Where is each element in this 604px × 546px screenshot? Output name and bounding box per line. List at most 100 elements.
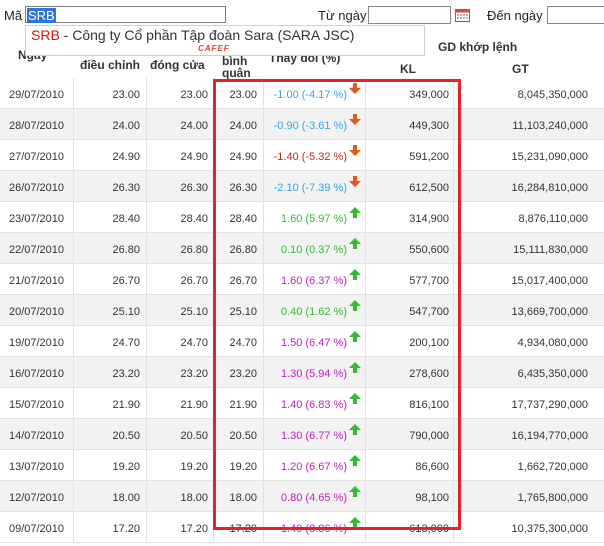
search-bar: Mã SRB Từ ngày Đến ngày [0,0,604,26]
cell-value: 8,045,350,000 [453,78,604,108]
arrow-up-icon [349,207,361,218]
cell-volume: 278,600 [365,357,453,387]
header-matched-group: GD khớp lệnh [438,40,518,54]
cell-average: 21.90 [213,388,263,418]
arrow-down-icon [349,145,361,156]
stock-code-value: SRB [27,8,56,23]
cell-date: 16/07/2010 [8,368,65,380]
cell-value: 16,284,810,000 [453,171,604,201]
cell-close: 18.00 [146,481,213,511]
cell-value: 13,669,700,000 [453,295,604,325]
cell-adjusted: 28.40 [73,202,146,232]
cell-value: 15,017,400,000 [453,264,604,294]
arrow-up-icon [349,517,361,528]
arrow-down-icon [349,176,361,187]
cell-volume: 314,900 [365,202,453,232]
cell-adjusted: 19.20 [73,450,146,480]
cell-close: 23.00 [146,78,213,108]
cell-close: 19.20 [146,450,213,480]
cell-average: 19.20 [213,450,263,480]
arrow-up-icon [349,238,361,249]
cell-average: 20.50 [213,419,263,449]
table-row: 23/07/2010 28.40 28.40 28.40 1.60 (5.97 %) 31… [0,202,604,233]
cell-close: 24.00 [146,109,213,139]
cell-close: 23.20 [146,357,213,387]
table-row: 27/07/2010 24.90 24.90 24.90 -1.40 (-5.32 %)… [0,140,604,171]
cell-average: 18.00 [213,481,263,511]
table-row: 12/07/2010 18.00 18.00 18.00 0.80 (4.65 %) 98… [0,481,604,512]
calendar-icon[interactable] [455,8,470,22]
arrow-up-icon [349,269,361,280]
table-row: 29/07/2010 23.00 23.00 23.00 -1.00 (-4.17 %)… [0,78,604,109]
cell-adjusted: 26.30 [73,171,146,201]
cell-adjusted: 24.00 [73,109,146,139]
arrow-up-icon [349,331,361,342]
cell-date: 20/07/2010 [8,306,65,318]
cell-adjusted: 26.70 [73,264,146,294]
table-row: 22/07/2010 26.80 26.80 26.80 0.10 (0.37 %) 55… [0,233,604,264]
cell-average: 28.40 [213,202,263,232]
cell-volume: 577,700 [365,264,453,294]
table-row: 26/07/2010 26.30 26.30 26.30 -2.10 (-7.39 %)… [0,171,604,202]
cell-date: 13/07/2010 [8,461,65,473]
table-row: 28/07/2010 24.00 24.00 24.00 -0.90 (-3.61 %)… [0,109,604,140]
cell-date: 14/07/2010 [8,430,65,442]
from-date-input[interactable] [368,6,451,24]
cell-date: 28/07/2010 [8,120,65,132]
cell-value: 8,876,110,000 [453,202,604,232]
cell-average: 26.80 [213,233,263,263]
header-close: đóng cửa [150,58,205,72]
cell-adjusted: 24.70 [73,326,146,356]
to-date-label: Đến ngày [487,8,543,23]
cell-value: 16,194,770,000 [453,419,604,449]
suggestion-company: - Công ty Cổ phần Tập đoàn Sara (SARA JS… [59,27,355,43]
cell-close: 24.70 [146,326,213,356]
cell-value: 1,662,720,000 [453,450,604,480]
cell-date: 15/07/2010 [8,399,65,411]
cell-close: 26.30 [146,171,213,201]
cell-volume: 86,600 [365,450,453,480]
table-row: 15/07/2010 21.90 21.90 21.90 1.40 (6.83 %) 81… [0,388,604,419]
cell-date: 27/07/2010 [8,151,65,163]
cell-value: 6,435,350,000 [453,357,604,387]
cell-average: 23.20 [213,357,263,387]
to-date-input[interactable] [547,6,604,24]
cell-adjusted: 24.90 [73,140,146,170]
suggestion-item[interactable]: SRB - Công ty Cổ phần Tập đoàn Sara (SAR… [31,27,354,43]
stock-code-input[interactable]: SRB [25,6,226,23]
cell-average: 26.30 [213,171,263,201]
arrow-up-icon [349,455,361,466]
cell-volume: 550,600 [365,233,453,263]
cell-close: 26.80 [146,233,213,263]
arrow-up-icon [349,300,361,311]
cell-average: 24.90 [213,140,263,170]
cell-value: 15,111,830,000 [453,233,604,263]
cell-volume: 98,100 [365,481,453,511]
cell-average: 26.70 [213,264,263,294]
cell-value: 11,103,240,000 [453,109,604,139]
cell-volume: 200,100 [365,326,453,356]
cafef-logo: CAFEF [198,44,230,53]
cell-value: 15,231,090,000 [453,140,604,170]
cell-adjusted: 18.00 [73,481,146,511]
cell-average: 25.10 [213,295,263,325]
code-label: Mã [4,8,23,23]
table-row: 19/07/2010 24.70 24.70 24.70 1.50 (6.47 %) 20… [0,326,604,357]
cell-volume: 349,000 [365,78,453,108]
from-date-label: Từ ngày [318,8,367,23]
cell-adjusted: 26.80 [73,233,146,263]
cell-date: 26/07/2010 [8,182,65,194]
cell-average: 24.00 [213,109,263,139]
table-row: 16/07/2010 23.20 23.20 23.20 1.30 (5.94 %) 27… [0,357,604,388]
header-gt: GT [512,62,529,76]
cell-close: 28.40 [146,202,213,232]
table-row: 14/07/2010 20.50 20.50 20.50 1.30 (6.77 %) 79… [0,419,604,450]
cell-average: 23.00 [213,78,263,108]
cell-adjusted: 23.20 [73,357,146,387]
arrow-up-icon [349,424,361,435]
table-row: 21/07/2010 26.70 26.70 26.70 1.60 (6.37 %) 57… [0,264,604,295]
arrow-up-icon [349,362,361,373]
cell-date: 23/07/2010 [8,213,65,225]
cell-adjusted: 20.50 [73,419,146,449]
arrow-up-icon [349,393,361,404]
